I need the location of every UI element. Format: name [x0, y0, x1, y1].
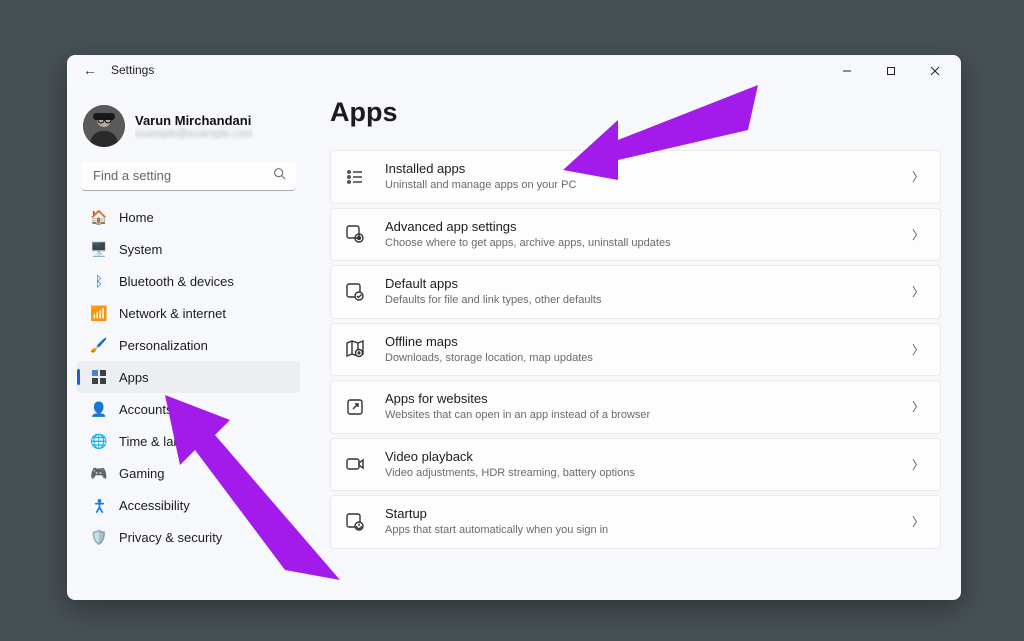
gear-app-icon [343, 222, 367, 246]
card-title: Video playback [385, 449, 912, 466]
card-subtitle: Websites that can open in an app instead… [385, 408, 912, 422]
card-offline-maps[interactable]: Offline maps Downloads, storage location… [330, 323, 941, 377]
card-title: Offline maps [385, 334, 912, 351]
back-button[interactable]: ← [83, 62, 97, 78]
chevron-right-icon: 〉 [912, 226, 924, 243]
sidebar-item-label: Home [119, 210, 154, 225]
card-subtitle: Downloads, storage location, map updates [385, 351, 912, 365]
sidebar-item-label: Time & language [119, 434, 217, 449]
system-icon: 🖥️ [91, 241, 107, 257]
sidebar-item-accounts[interactable]: 👤 Accounts [77, 393, 300, 425]
person-icon: 👤 [91, 401, 107, 417]
card-startup[interactable]: Startup Apps that start automatically wh… [330, 495, 941, 549]
card-apps-for-websites[interactable]: Apps for websites Websites that can open… [330, 380, 941, 434]
card-title: Startup [385, 506, 912, 523]
chevron-right-icon: 〉 [912, 341, 924, 358]
settings-window: ← Settings [67, 55, 961, 600]
card-title: Apps for websites [385, 391, 912, 408]
brush-icon: 🖌️ [91, 337, 107, 353]
bluetooth-icon: ᛒ [91, 273, 107, 289]
sidebar-item-personalization[interactable]: 🖌️ Personalization [77, 329, 300, 361]
minimize-button[interactable] [825, 57, 869, 85]
sidebar-item-label: Network & internet [119, 306, 226, 321]
sidebar-item-label: Bluetooth & devices [119, 274, 234, 289]
accessibility-icon [91, 497, 107, 513]
gamepad-icon: 🎮 [91, 465, 107, 481]
card-subtitle: Defaults for file and link types, other … [385, 293, 912, 307]
card-installed-apps[interactable]: Installed apps Uninstall and manage apps… [330, 150, 941, 204]
sidebar-item-label: Gaming [119, 466, 165, 481]
nav-list: 🏠 Home 🖥️ System ᛒ Bluetooth & devices 📶… [77, 201, 300, 553]
page-title: Apps [330, 97, 941, 128]
cards-list: Installed apps Uninstall and manage apps… [330, 150, 941, 549]
video-icon [343, 452, 367, 476]
card-subtitle: Apps that start automatically when you s… [385, 523, 912, 537]
check-app-icon [343, 280, 367, 304]
sidebar-item-accessibility[interactable]: Accessibility [77, 489, 300, 521]
search-input[interactable] [81, 161, 296, 191]
card-advanced-app-settings[interactable]: Advanced app settings Choose where to ge… [330, 208, 941, 262]
list-icon [343, 165, 367, 189]
profile-email: example@example.com [135, 128, 253, 140]
card-title: Default apps [385, 276, 912, 293]
chevron-right-icon: 〉 [912, 283, 924, 300]
main-panel: Apps Installed apps Uninstall and manage… [310, 87, 961, 600]
card-title: Installed apps [385, 161, 912, 178]
titlebar [67, 55, 961, 87]
chevron-right-icon: 〉 [912, 456, 924, 473]
sidebar-item-label: Apps [119, 370, 149, 385]
sidebar-item-label: Privacy & security [119, 530, 222, 545]
sidebar-item-home[interactable]: 🏠 Home [77, 201, 300, 233]
chevron-right-icon: 〉 [912, 513, 924, 530]
globe-icon: 🌐 [91, 433, 107, 449]
apps-icon [91, 369, 107, 385]
sidebar-item-system[interactable]: 🖥️ System [77, 233, 300, 265]
user-profile[interactable]: Varun Mirchandani example@example.com [77, 105, 300, 161]
profile-name: Varun Mirchandani [135, 113, 253, 128]
shield-icon: 🛡️ [91, 529, 107, 545]
card-title: Advanced app settings [385, 219, 912, 236]
open-external-icon [343, 395, 367, 419]
card-subtitle: Choose where to get apps, archive apps, … [385, 236, 912, 250]
search-wrap [81, 161, 296, 191]
card-subtitle: Video adjustments, HDR streaming, batter… [385, 466, 912, 480]
home-icon: 🏠 [91, 209, 107, 225]
chevron-right-icon: 〉 [912, 398, 924, 415]
sidebar-item-label: Personalization [119, 338, 208, 353]
sidebar-item-label: Accounts [119, 402, 172, 417]
sidebar-item-network[interactable]: 📶 Network & internet [77, 297, 300, 329]
sidebar-item-bluetooth[interactable]: ᛒ Bluetooth & devices [77, 265, 300, 297]
startup-icon [343, 510, 367, 534]
maximize-button[interactable] [869, 57, 913, 85]
map-icon [343, 337, 367, 361]
sidebar-item-apps[interactable]: Apps [77, 361, 300, 393]
card-default-apps[interactable]: Default apps Defaults for file and link … [330, 265, 941, 319]
sidebar-item-label: Accessibility [119, 498, 190, 513]
sidebar-item-label: System [119, 242, 162, 257]
sidebar-item-privacy[interactable]: 🛡️ Privacy & security [77, 521, 300, 553]
chevron-right-icon: 〉 [912, 168, 924, 185]
sidebar-item-time[interactable]: 🌐 Time & language [77, 425, 300, 457]
sidebar-item-gaming[interactable]: 🎮 Gaming [77, 457, 300, 489]
app-name: Settings [111, 63, 154, 77]
avatar [83, 105, 125, 147]
close-button[interactable] [913, 57, 957, 85]
wifi-icon: 📶 [91, 305, 107, 321]
sidebar: Varun Mirchandani example@example.com 🏠 … [67, 87, 310, 600]
card-video-playback[interactable]: Video playback Video adjustments, HDR st… [330, 438, 941, 492]
card-subtitle: Uninstall and manage apps on your PC [385, 178, 912, 192]
